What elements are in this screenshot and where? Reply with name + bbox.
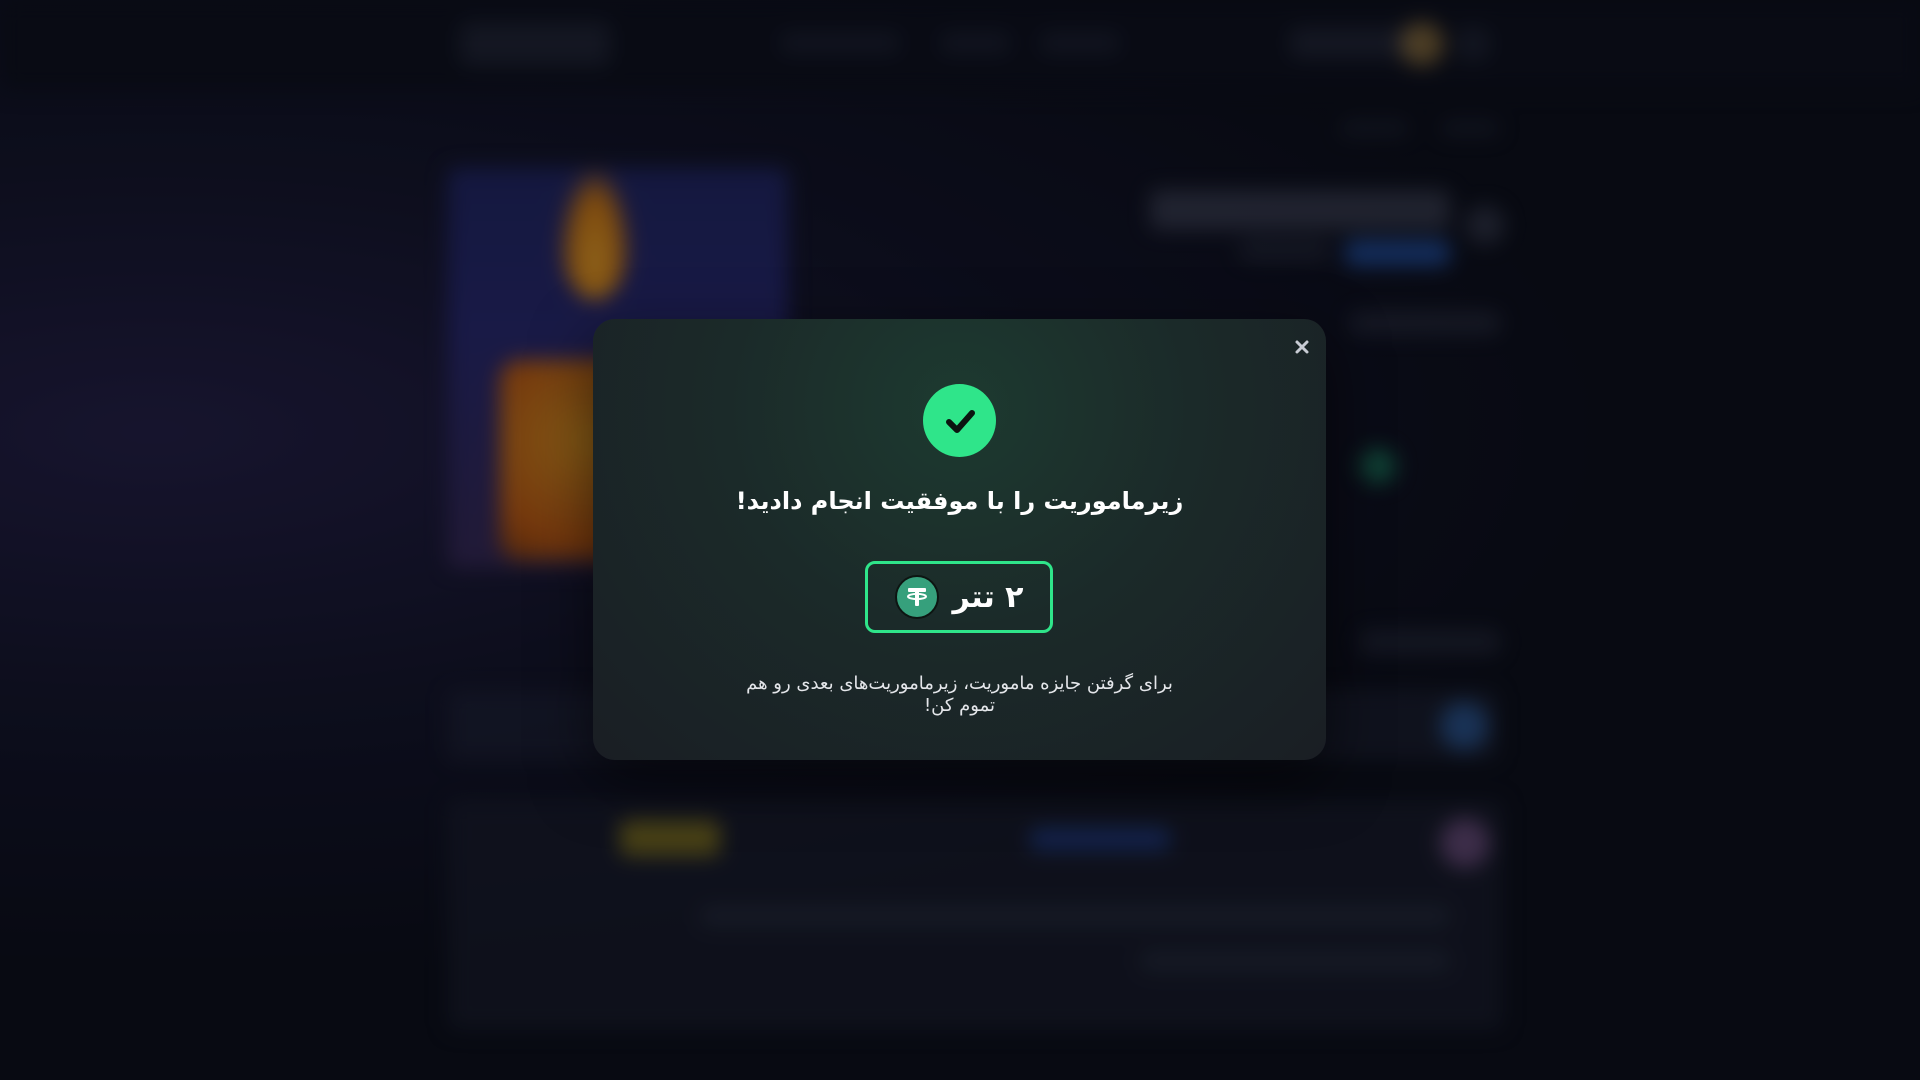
close-button[interactable] [1289, 334, 1315, 360]
success-badge [923, 384, 996, 457]
reward-amount: ۲ تتر [952, 579, 1024, 615]
success-modal: زیرماموریت را با موفقیت انجام دادید! ۲ ت… [593, 319, 1326, 760]
tether-icon [894, 575, 939, 619]
tether-symbol [906, 588, 927, 606]
checkmark-icon [945, 409, 975, 433]
close-icon[interactable] [1294, 339, 1310, 355]
app-page: زیرماموریت را با موفقیت انجام دادید! ۲ ت… [0, 0, 1920, 1080]
reward-box: ۲ تتر [865, 561, 1053, 633]
modal-title: زیرماموریت را با موفقیت انجام دادید! [735, 487, 1184, 515]
modal-description: برای گرفتن جایزه ماموریت، زیرماموریت‌های… [746, 673, 1173, 716]
